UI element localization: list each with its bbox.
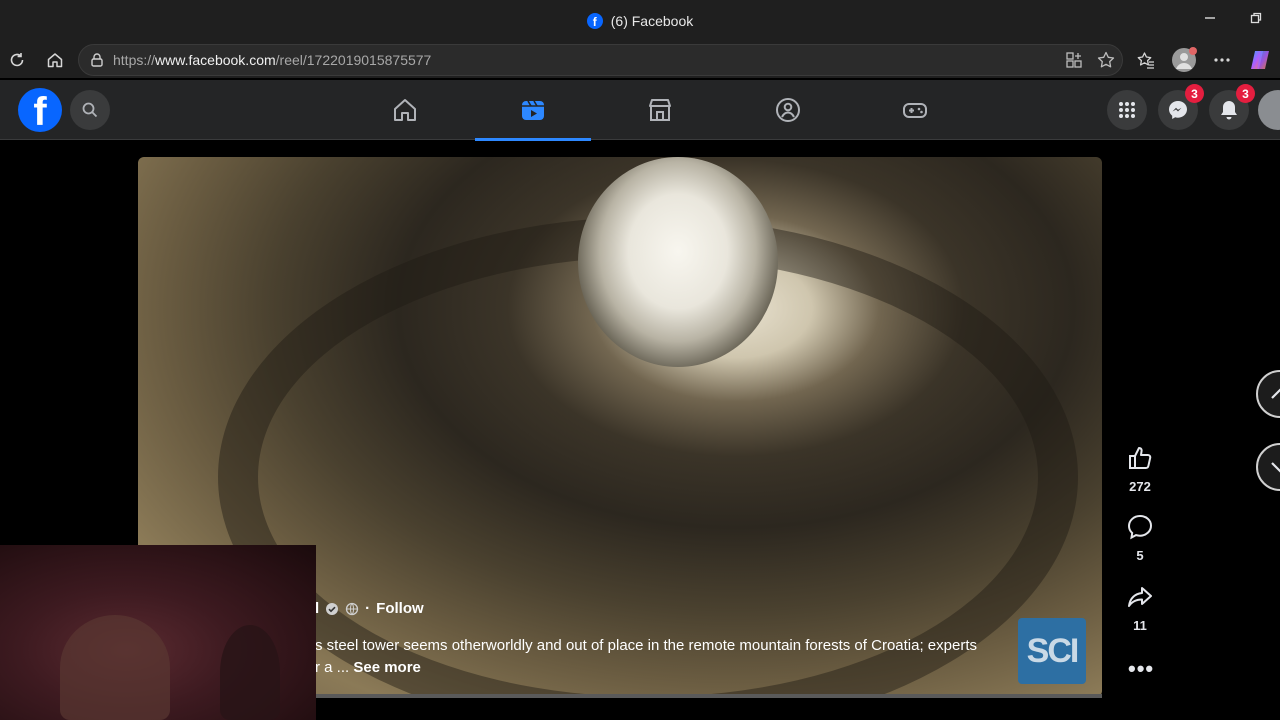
home-icon	[394, 99, 416, 121]
facebook-nav-bar: f 3 3	[0, 80, 1280, 141]
separator-dot: ·	[365, 600, 371, 617]
gaming-icon	[903, 103, 927, 118]
more-icon[interactable]	[1212, 50, 1232, 70]
reel-caption: l · Follow s steel tower seems otherworl…	[315, 600, 1035, 679]
menu-button[interactable]	[1107, 90, 1147, 130]
globe-icon	[345, 602, 359, 616]
site-info-icon[interactable]	[89, 52, 105, 68]
app-available-icon[interactable]	[1064, 50, 1084, 73]
verified-icon	[325, 602, 339, 616]
tab-marketplace[interactable]	[602, 80, 718, 140]
see-more-link[interactable]: See more	[353, 659, 421, 676]
profile-icon[interactable]	[1172, 47, 1197, 72]
groups-icon	[776, 98, 800, 122]
comment-button[interactable]: 5	[1112, 513, 1168, 563]
share-count: 11	[1133, 618, 1147, 633]
address-bar[interactable]: https://www.facebook.com/reel/1722019015…	[78, 44, 1123, 76]
comment-icon	[1127, 514, 1153, 540]
menu-grid-icon	[1119, 102, 1135, 118]
previous-reel-button[interactable]	[1256, 370, 1280, 418]
window-controls	[1204, 12, 1262, 27]
messenger-button[interactable]: 3	[1158, 84, 1204, 130]
marketplace-icon	[649, 99, 671, 121]
window-title-bar: f (6) Facebook	[0, 0, 1280, 42]
tab-groups[interactable]	[730, 80, 846, 140]
notifications-button[interactable]: 3	[1209, 84, 1255, 130]
favorite-star-icon[interactable]	[1096, 50, 1116, 73]
facebook-logo-icon[interactable]: f	[18, 88, 62, 132]
restore-icon[interactable]	[1250, 12, 1262, 27]
url-scheme: https://	[113, 52, 156, 68]
like-count: 272	[1129, 479, 1151, 494]
next-reel-button[interactable]	[1256, 443, 1280, 491]
like-button[interactable]: 272	[1112, 444, 1168, 494]
minimize-icon[interactable]	[1204, 12, 1216, 27]
caption-line-2-text: r a ...	[315, 659, 350, 676]
url-host: www.facebook.com	[155, 52, 276, 68]
bell-icon	[1221, 101, 1237, 120]
author-row: l · Follow	[315, 600, 1035, 617]
chevron-down-icon	[1271, 462, 1280, 473]
home-icon[interactable]	[44, 49, 66, 71]
webcam-person-shape	[60, 615, 170, 720]
webcam-background-person-shape	[220, 625, 280, 720]
tab-home[interactable]	[347, 80, 463, 140]
refresh-icon[interactable]	[6, 49, 28, 71]
copilot-icon[interactable]	[1248, 48, 1272, 72]
profile-status-dot	[1189, 47, 1197, 55]
url-path: /reel/1722019015875577	[275, 52, 432, 68]
caption-line-1: s steel tower seems otherworldly and out…	[315, 637, 977, 654]
toolbar-right-icons	[1136, 47, 1272, 72]
thumbs-up-icon	[1129, 447, 1152, 469]
messenger-icon	[1169, 101, 1187, 119]
caption-text: s steel tower seems otherworldly and out…	[315, 635, 1035, 679]
more-options-icon[interactable]: •••	[1128, 656, 1154, 682]
window-title: f (6) Facebook	[586, 13, 694, 29]
chevron-up-icon	[1271, 388, 1280, 399]
video-icon	[522, 100, 544, 120]
browser-toolbar: https://www.facebook.com/reel/1722019015…	[0, 42, 1280, 78]
share-icon	[1128, 587, 1152, 607]
share-button[interactable]: 11	[1112, 583, 1168, 633]
facebook-favicon-icon: f	[586, 13, 603, 29]
webcam-overlay	[0, 545, 316, 720]
account-avatar[interactable]	[1258, 90, 1280, 130]
tab-gaming[interactable]	[857, 80, 973, 140]
follow-button[interactable]: Follow	[376, 600, 424, 617]
notifications-badge: 3	[1236, 84, 1255, 103]
stair-opening-shape	[578, 157, 778, 367]
messenger-badge: 3	[1185, 84, 1204, 103]
channel-watermark-logo: SCI	[1018, 618, 1086, 684]
search-button[interactable]	[70, 90, 110, 130]
search-icon	[82, 102, 98, 118]
favorites-icon[interactable]	[1136, 50, 1156, 70]
tab-video[interactable]	[475, 80, 591, 141]
comment-count: 5	[1136, 548, 1144, 563]
window-title-text: (6) Facebook	[610, 13, 694, 29]
caption-line-2: r a ... See more	[315, 657, 1035, 679]
